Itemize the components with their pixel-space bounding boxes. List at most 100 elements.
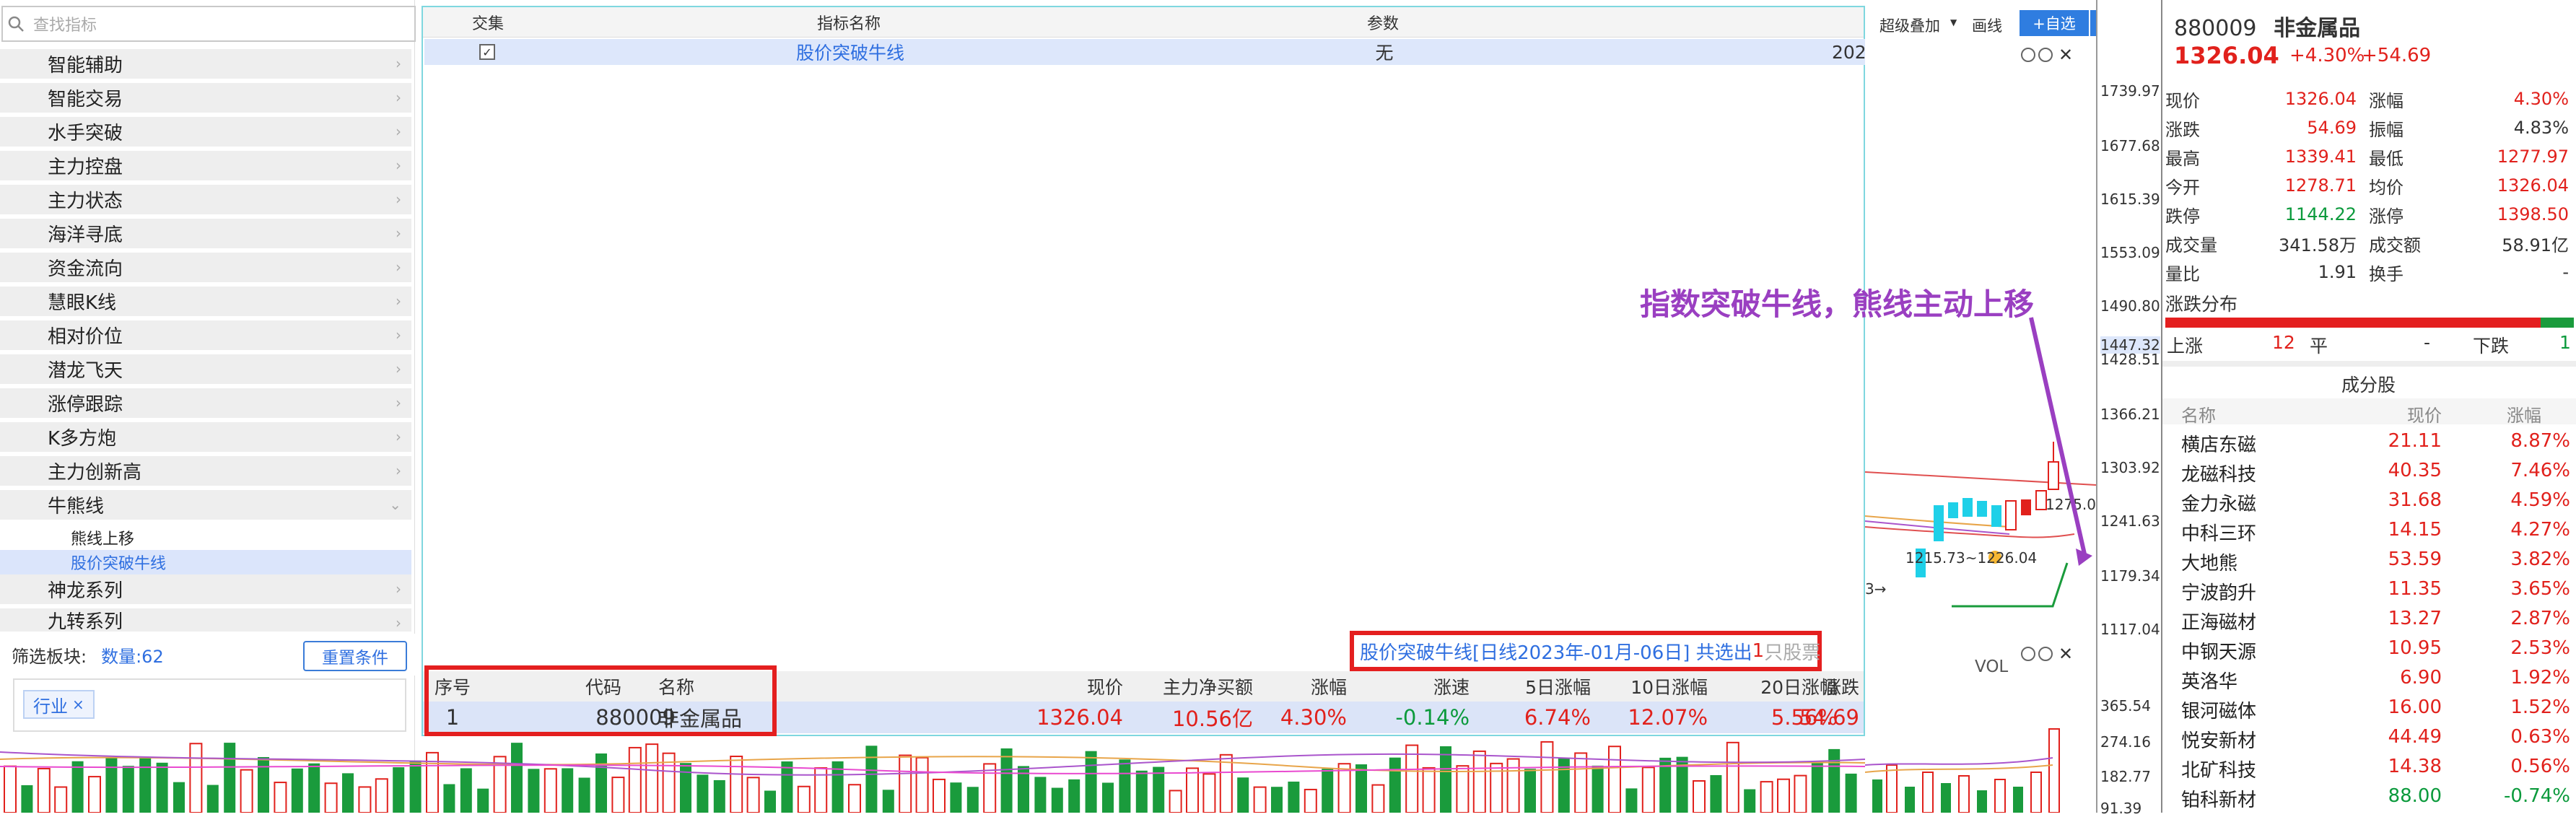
- kline-chart[interactable]: 1215.73~1226.04 1275.06~1277.97 3→ VOL ✕: [1864, 0, 2177, 813]
- component-row[interactable]: 银河磁体 16.00 1.52%: [2162, 692, 2576, 722]
- volume-bar: [915, 756, 929, 813]
- menu-item-niuxiongxian[interactable]: 牛熊线 ⌄: [0, 490, 411, 522]
- volume-bar: [645, 743, 659, 813]
- menu-item[interactable]: 智能交易 ›: [0, 83, 411, 115]
- volume-bar: [1288, 781, 1300, 813]
- dist-title: 涨跌分布: [2165, 294, 2238, 315]
- volume-bar: [1777, 778, 1790, 813]
- component-row[interactable]: 横店东磁 21.11 8.87%: [2162, 426, 2576, 456]
- svg-text:✕: ✕: [2058, 644, 2073, 664]
- volume-bar: [342, 773, 354, 813]
- chevron-right-icon: ›: [396, 157, 401, 174]
- menu-item[interactable]: 水手突破 ›: [0, 117, 411, 149]
- component-row[interactable]: 正海磁材 13.27 2.87%: [2162, 603, 2576, 634]
- volume-bar: [4, 765, 17, 813]
- volume-bar: [1693, 779, 1706, 813]
- result-unit: 只股票: [1764, 642, 1821, 664]
- volume-bar: [240, 769, 253, 813]
- volume-bar: [882, 790, 894, 813]
- chevron-right-icon: ›: [396, 191, 401, 208]
- volume-bar: [562, 768, 574, 813]
- volume-bar: [393, 767, 405, 813]
- menu-item[interactable]: 潜龙飞天 ›: [0, 354, 411, 386]
- component-row[interactable]: 大地熊 53.59 3.82%: [2162, 544, 2576, 574]
- volume-bar: [950, 782, 962, 813]
- close-icon[interactable]: ×: [72, 696, 84, 713]
- indicator-sidebar: 查找指标 智能辅助 › 智能交易 › 水手突破 › 主力控盘 › 主力状态 › 海洋寻底 ›…: [0, 0, 416, 813]
- menu-item[interactable]: 九转系列 ›: [0, 608, 411, 634]
- menu-item[interactable]: 相对价位 ›: [0, 320, 411, 352]
- component-row[interactable]: 金力永磁 31.68 4.59%: [2162, 485, 2576, 515]
- volume-bar: [409, 760, 422, 813]
- volume-bar: [528, 769, 540, 813]
- volume-bar: [1726, 741, 1739, 813]
- component-row[interactable]: 龙磁科技 40.35 7.46%: [2162, 455, 2576, 486]
- volume-bar: [37, 767, 51, 813]
- volume-bar: [1322, 769, 1334, 813]
- menu-item[interactable]: 涨停跟踪 ›: [0, 388, 411, 420]
- volume-bar: [71, 761, 84, 813]
- chevron-down-icon: ⌄: [389, 496, 401, 513]
- search-input[interactable]: 查找指标: [1, 6, 416, 42]
- volume-bar: [1102, 782, 1114, 813]
- price-axis: 1739.97 1677.68 1615.39 1553.09 1490.80 …: [2096, 0, 2160, 817]
- volume-bar: [730, 755, 743, 813]
- chevron-right-icon: ›: [396, 55, 401, 72]
- menu-item[interactable]: 慧眼K线 ›: [0, 287, 411, 318]
- volume-bar: [460, 768, 472, 813]
- component-row[interactable]: 北矿科技 14.38 0.56%: [2162, 751, 2576, 782]
- volume-bar: [1540, 740, 1554, 813]
- checkbox[interactable]: ✓: [476, 39, 498, 65]
- volume-bar: [274, 782, 287, 813]
- volume-bar: [258, 756, 269, 813]
- volume-bar: [1608, 746, 1621, 813]
- volume-bar: [88, 776, 101, 813]
- stock-pct: +4.30%: [2289, 45, 2365, 66]
- indicator-name[interactable]: 股价突破牛线: [742, 39, 959, 65]
- menu-item[interactable]: 海洋寻底 ›: [0, 219, 411, 250]
- indicator-date: 202: [1832, 41, 1866, 63]
- volume-bar: [1135, 770, 1148, 813]
- volume-bar: [1744, 789, 1756, 813]
- volume-bar: [1389, 757, 1401, 813]
- components-title: 成分股: [2341, 375, 2396, 396]
- add-watchlist-button[interactable]: +自选: [2020, 10, 2089, 36]
- menu-item[interactable]: 智能辅助 ›: [0, 49, 411, 81]
- menu-item[interactable]: 主力状态 ›: [0, 185, 411, 217]
- overlay-button[interactable]: 超级叠加: [1879, 14, 1940, 36]
- component-row[interactable]: 悦安新材 44.49 0.63%: [2162, 722, 2576, 752]
- volume-bar: [1186, 767, 1199, 813]
- menu-item[interactable]: 资金流向 ›: [0, 253, 411, 284]
- dist-bar-down: [2541, 318, 2574, 328]
- reset-button[interactable]: 重置条件: [303, 641, 407, 671]
- volume-bar: [1794, 774, 1807, 813]
- submenu-item[interactable]: 熊线上移: [0, 525, 411, 550]
- volume-bar: [156, 762, 168, 813]
- component-row[interactable]: 英洛华 6.90 1.92%: [2162, 663, 2576, 693]
- component-row[interactable]: 铂科新材 88.00 -0.74%: [2162, 781, 2576, 811]
- menu-item[interactable]: 神龙系列 ›: [0, 574, 411, 606]
- component-row[interactable]: 宁波韵升 11.35 3.65%: [2162, 574, 2576, 604]
- volume-bar: [1641, 766, 1655, 813]
- volume-bar: [1169, 790, 1182, 813]
- component-row[interactable]: 中科三环 14.15 4.27%: [2162, 515, 2576, 545]
- volume-bar: [628, 746, 642, 813]
- menu-item[interactable]: 主力控盘 ›: [0, 151, 411, 183]
- volume-bar: [375, 778, 388, 813]
- industry-tag[interactable]: 行业 ×: [23, 690, 95, 719]
- draw-line-button[interactable]: 画线: [1972, 14, 2002, 36]
- volume-bar: [899, 754, 912, 813]
- result-text: 股价突破牛线[日线2023年-01月-06日] 共选出: [1360, 642, 1752, 664]
- volume-bar: [848, 784, 861, 813]
- component-row[interactable]: 中钢天源 10.95 2.53%: [2162, 633, 2576, 663]
- volume-bar: [477, 788, 489, 813]
- result-count: 1: [1752, 640, 1765, 662]
- volume-bar: [1371, 784, 1385, 813]
- volume-bar: [1068, 779, 1080, 813]
- submenu-item-selected[interactable]: 股价突破牛线: [0, 550, 411, 574]
- indicator-row[interactable]: ✓ 股价突破牛线 无 202: [424, 39, 1866, 65]
- volume-bar: [1440, 746, 1451, 813]
- menu-item[interactable]: K多方炮 ›: [0, 422, 411, 454]
- menu-item[interactable]: 主力创新高 ›: [0, 456, 411, 488]
- result-summary: 股价突破牛线[日线2023年-01月-06日] 共选出 1 只股票: [423, 626, 1864, 671]
